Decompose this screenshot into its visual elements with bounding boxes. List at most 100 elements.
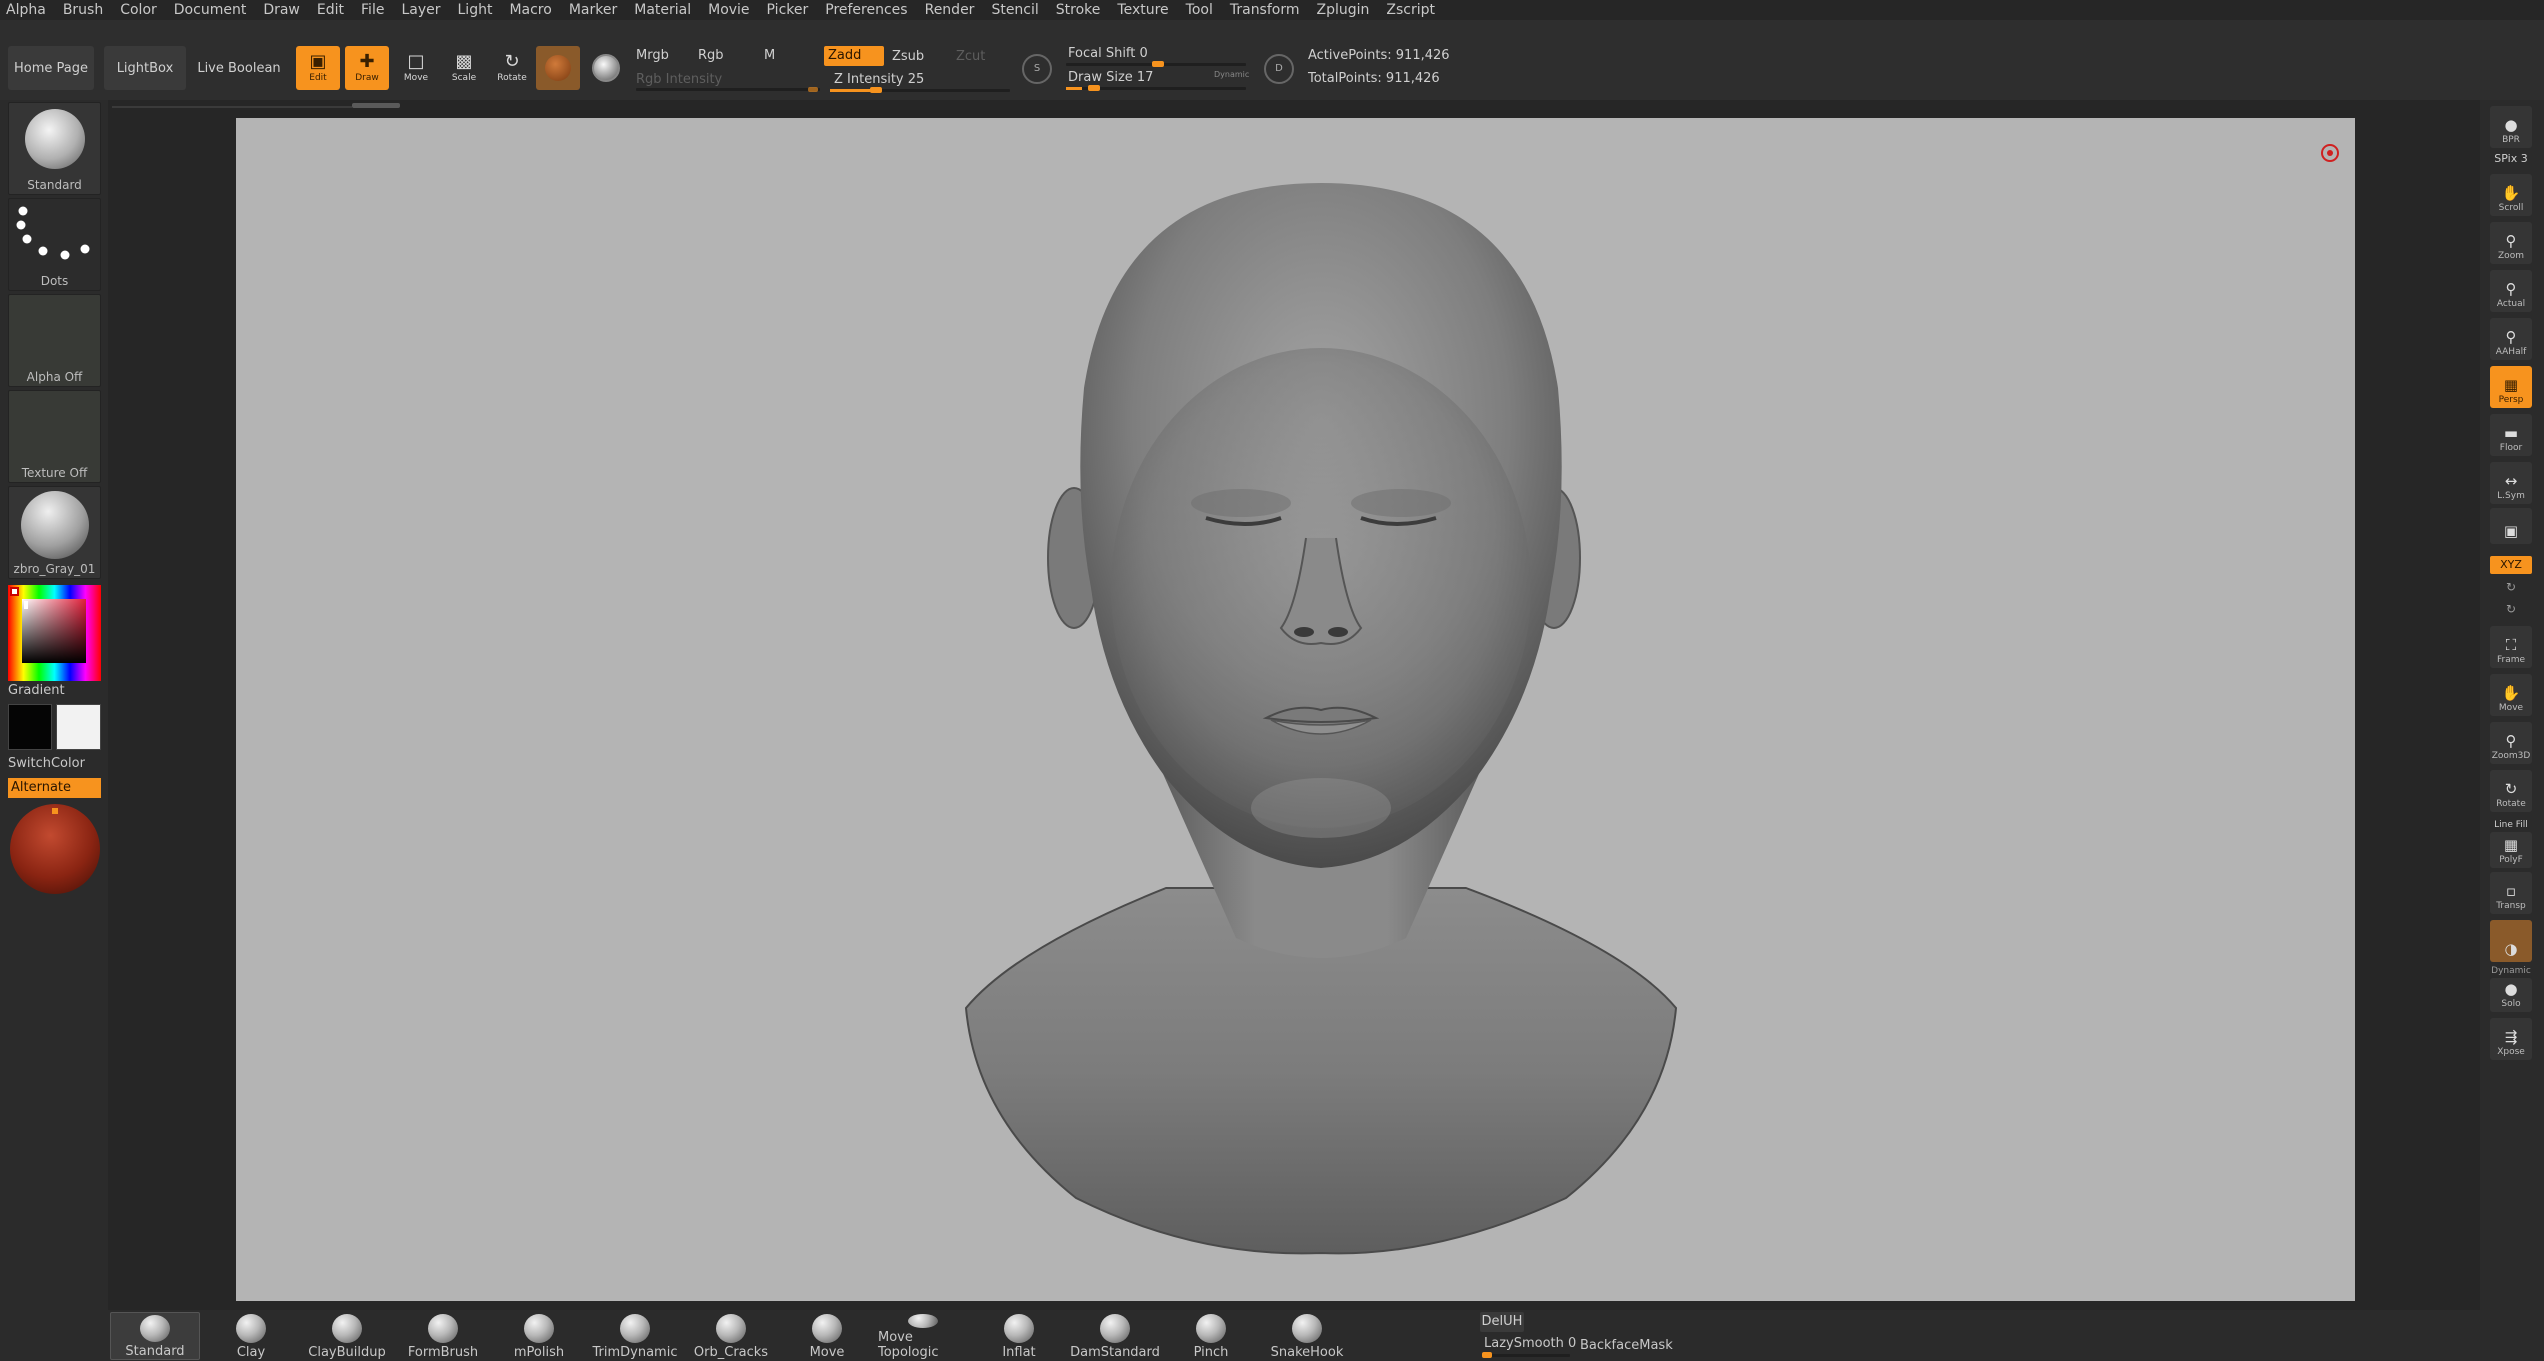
- document-scroll-bar[interactable]: [352, 103, 400, 108]
- z-intensity-slider[interactable]: [830, 87, 1010, 93]
- color-saturation-square[interactable]: [22, 599, 86, 663]
- xpose-button[interactable]: ⇶ Xpose: [2490, 1018, 2532, 1060]
- live-boolean-button[interactable]: Live Boolean: [194, 46, 284, 90]
- zsub-button[interactable]: Zsub: [892, 49, 924, 64]
- brush-mpolish[interactable]: mPolish: [494, 1312, 584, 1360]
- secondary-color-swatch[interactable]: [56, 704, 101, 750]
- stroke-picker[interactable]: Dots: [8, 198, 101, 291]
- lsym-button[interactable]: ↔ L.Sym: [2490, 462, 2532, 504]
- menu-stroke[interactable]: Stroke: [1056, 2, 1101, 18]
- material-swatch-button[interactable]: [536, 46, 580, 90]
- brush-pinch[interactable]: Pinch: [1166, 1312, 1256, 1360]
- focal-shift-slider[interactable]: [1066, 61, 1246, 67]
- menu-brush[interactable]: Brush: [63, 2, 103, 18]
- color-picker[interactable]: [8, 585, 101, 681]
- polyf-button[interactable]: ▦ PolyF: [2490, 832, 2532, 868]
- brush-formbrush[interactable]: FormBrush: [398, 1312, 488, 1360]
- gradient-label[interactable]: Gradient: [8, 683, 101, 698]
- switch-color-button[interactable]: SwitchColor: [8, 756, 101, 771]
- scroll-button[interactable]: ✋ Scroll: [2490, 174, 2532, 216]
- brush-claybuildup[interactable]: ClayBuildup: [302, 1312, 392, 1360]
- brush-clay[interactable]: Clay: [206, 1312, 296, 1360]
- y-rotate-icon[interactable]: ↻: [2490, 580, 2532, 594]
- rotate-mode-button[interactable]: ↻ Rotate: [490, 46, 534, 90]
- menu-material[interactable]: Material: [634, 2, 691, 18]
- z-rotate-icon[interactable]: ↻: [2490, 602, 2532, 616]
- bpr-button[interactable]: ● BPR: [2490, 106, 2532, 148]
- rgb-intensity-slider[interactable]: [636, 87, 820, 92]
- transp-button[interactable]: ▫ Transp: [2490, 872, 2532, 914]
- menu-file[interactable]: File: [361, 2, 384, 18]
- menu-marker[interactable]: Marker: [569, 2, 617, 18]
- material-picker[interactable]: zbro_Gray_01: [8, 486, 101, 579]
- zoom3d-button[interactable]: ⚲ Zoom3D: [2490, 722, 2532, 764]
- focal-shift-thumb[interactable]: [1152, 61, 1164, 67]
- move-view-button[interactable]: ✋ Move: [2490, 674, 2532, 716]
- xyz-button[interactable]: XYZ: [2490, 556, 2532, 574]
- menu-zplugin[interactable]: Zplugin: [1317, 2, 1370, 18]
- persp-button[interactable]: ▦ Persp: [2490, 366, 2532, 408]
- hue-marker[interactable]: [10, 587, 19, 596]
- stroke-s-icon[interactable]: S: [1022, 54, 1052, 84]
- rotate-view-button[interactable]: ↻ Rotate: [2490, 770, 2532, 812]
- m-button[interactable]: M: [764, 48, 775, 63]
- z-intensity-thumb[interactable]: [870, 87, 882, 93]
- alpha-picker[interactable]: Alpha Off: [8, 294, 101, 387]
- zadd-button[interactable]: Zadd: [824, 46, 884, 66]
- menu-stencil[interactable]: Stencil: [991, 2, 1038, 18]
- viewport-canvas[interactable]: [236, 118, 2355, 1301]
- ghost-button[interactable]: ◑: [2490, 920, 2532, 962]
- draw-size-thumb[interactable]: [1088, 85, 1100, 91]
- menu-picker[interactable]: Picker: [767, 2, 809, 18]
- stroke-d-icon[interactable]: D: [1264, 54, 1294, 84]
- menu-layer[interactable]: Layer: [401, 2, 440, 18]
- brush-picker[interactable]: Standard: [8, 102, 101, 195]
- menu-texture[interactable]: Texture: [1117, 2, 1168, 18]
- menu-document[interactable]: Document: [174, 2, 247, 18]
- edit-mode-button[interactable]: ▣ Edit: [296, 46, 340, 90]
- brush-orb-cracks[interactable]: Orb_Cracks: [686, 1312, 776, 1360]
- deluh-button[interactable]: DelUH: [1480, 1312, 1524, 1332]
- brush-trimdynamic[interactable]: TrimDynamic: [590, 1312, 680, 1360]
- texture-picker[interactable]: Texture Off: [8, 390, 101, 483]
- menu-preferences[interactable]: Preferences: [825, 2, 907, 18]
- lightbox-button[interactable]: LightBox: [104, 46, 186, 90]
- rgb-button[interactable]: Rgb: [698, 48, 724, 63]
- scale-mode-button[interactable]: ▩ Scale: [442, 46, 486, 90]
- lazy-smooth-thumb[interactable]: [1482, 1352, 1492, 1358]
- frame-button[interactable]: ⛶ Frame: [2490, 626, 2532, 668]
- brush-standard[interactable]: Standard: [110, 1312, 200, 1360]
- draw-mode-button[interactable]: ✚ Draw: [345, 46, 389, 90]
- dynamic-toggle[interactable]: Dynamic: [1214, 70, 1249, 79]
- move-mode-button[interactable]: □ Move: [394, 46, 438, 90]
- draw-size-slider[interactable]: [1066, 85, 1246, 91]
- backface-mask-button[interactable]: BackfaceMask: [1580, 1338, 1673, 1353]
- menu-zscript[interactable]: Zscript: [1386, 2, 1435, 18]
- menu-tool[interactable]: Tool: [1186, 2, 1213, 18]
- mrgb-button[interactable]: Mrgb: [636, 48, 669, 63]
- home-page-button[interactable]: Home Page: [8, 46, 94, 90]
- menu-movie[interactable]: Movie: [708, 2, 749, 18]
- zoom-button[interactable]: ⚲ Zoom: [2490, 222, 2532, 264]
- zcut-button[interactable]: Zcut: [956, 49, 985, 64]
- menu-color[interactable]: Color: [120, 2, 157, 18]
- brush-inflat[interactable]: Inflat: [974, 1312, 1064, 1360]
- menu-macro[interactable]: Macro: [509, 2, 551, 18]
- light-position-dot[interactable]: [52, 808, 58, 814]
- menu-alpha[interactable]: Alpha: [6, 2, 46, 18]
- primary-color-swatch[interactable]: [8, 704, 52, 750]
- solo-button[interactable]: ● Solo: [2490, 978, 2532, 1012]
- color-cursor[interactable]: [24, 601, 28, 609]
- alternate-button[interactable]: Alternate: [8, 778, 101, 798]
- menu-render[interactable]: Render: [925, 2, 975, 18]
- lock-button[interactable]: ▣: [2490, 508, 2532, 544]
- menu-transform[interactable]: Transform: [1230, 2, 1300, 18]
- floor-button[interactable]: ▬ Floor: [2490, 414, 2532, 456]
- menu-edit[interactable]: Edit: [317, 2, 344, 18]
- rgb-intensity-thumb[interactable]: [808, 87, 818, 92]
- brush-snakehook[interactable]: SnakeHook: [1262, 1312, 1352, 1360]
- color-mode-button[interactable]: [584, 46, 628, 90]
- menu-draw[interactable]: Draw: [263, 2, 300, 18]
- aahalf-button[interactable]: ⚲ AAHalf: [2490, 318, 2532, 360]
- menu-light[interactable]: Light: [458, 2, 493, 18]
